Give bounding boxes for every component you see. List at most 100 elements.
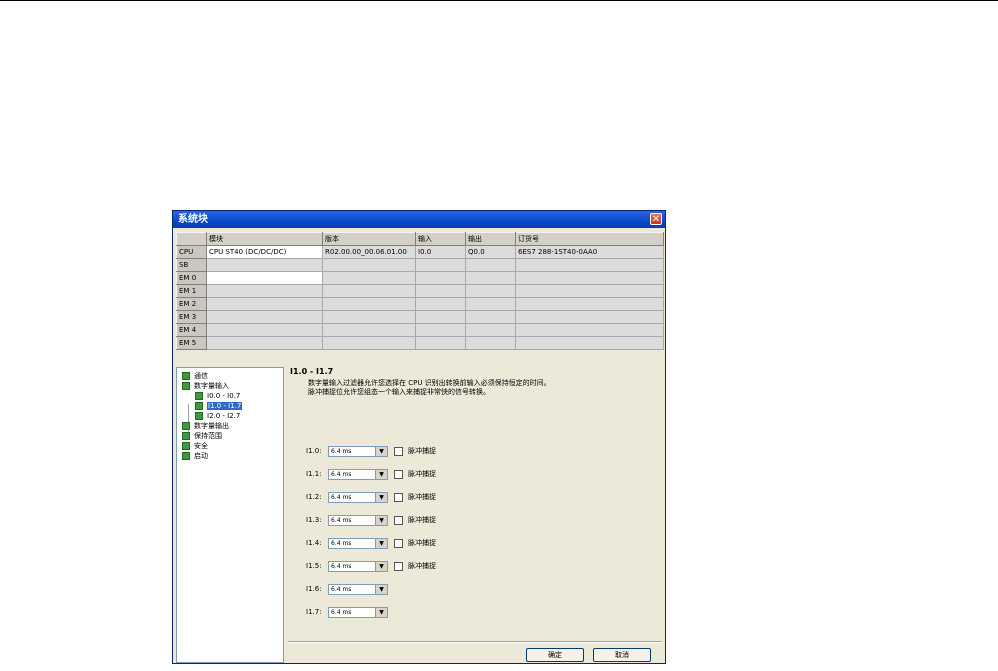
close-icon[interactable]: ✕ — [650, 213, 662, 225]
table-row[interactable]: SB — [176, 258, 664, 272]
module-cell[interactable] — [206, 336, 323, 350]
table-row[interactable]: EM 0 — [176, 271, 664, 285]
ok-button[interactable]: 确定 — [526, 648, 584, 662]
input-label: I1.3: — [306, 516, 322, 524]
row-slot: EM 2 — [176, 297, 207, 311]
output-cell — [465, 258, 516, 272]
col-header-slot — [176, 232, 207, 246]
tree-item-startup[interactable]: 启动 — [177, 451, 283, 461]
tree-item-digital-output[interactable]: 数字量输出 — [177, 421, 283, 431]
expand-icon — [182, 452, 190, 460]
tree-item-label: 数字量输入 — [194, 382, 229, 390]
select-value: 6.4 ms — [331, 562, 352, 570]
filter-time-select[interactable]: 6.4 ms ▼ — [328, 537, 388, 549]
output-cell: Q0.0 — [465, 245, 516, 259]
expand-icon — [182, 372, 190, 380]
filter-time-select[interactable]: 6.4 ms ▼ — [328, 560, 388, 572]
filter-time-select[interactable]: 6.4 ms ▼ — [328, 445, 388, 457]
tree-item-security[interactable]: 安全 — [177, 441, 283, 451]
filter-time-select[interactable]: 6.4 ms ▼ — [328, 468, 388, 480]
system-block-dialog: 系统块 ✕ 模块 版本 输入 输出 订货号 CPU CPU ST40 (DC/D… — [172, 210, 666, 664]
pulse-catch-checkbox[interactable] — [394, 515, 403, 525]
output-cell — [465, 271, 516, 285]
cancel-button[interactable]: 取消 — [593, 648, 651, 662]
expand-icon — [182, 382, 190, 390]
version-cell: R02.00.00_00.06.01.00 — [322, 245, 416, 259]
module-cell[interactable] — [206, 271, 323, 285]
chevron-down-icon[interactable]: ▼ — [375, 492, 387, 502]
input-row: I1.5: 6.4 ms ▼ 脉冲捕捉 — [306, 560, 436, 572]
filter-time-select[interactable]: 6.4 ms ▼ — [328, 583, 388, 595]
expand-icon — [182, 442, 190, 450]
module-cell[interactable] — [206, 310, 323, 324]
chevron-down-icon[interactable]: ▼ — [375, 561, 387, 571]
version-cell — [322, 271, 416, 285]
pulse-catch-checkbox[interactable] — [394, 446, 403, 456]
filter-time-select[interactable]: 6.4 ms ▼ — [328, 514, 388, 526]
tree-item-label: 保持范围 — [194, 432, 222, 440]
pulse-catch-label: 脉冲捕捉 — [408, 562, 436, 570]
module-cell[interactable] — [206, 323, 323, 337]
output-cell — [465, 323, 516, 337]
pulse-catch-checkbox[interactable] — [394, 561, 403, 571]
tree-item-i0[interactable]: I0.0 - I0.7 — [177, 391, 283, 401]
table-row[interactable]: EM 4 — [176, 323, 664, 337]
chevron-down-icon[interactable]: ▼ — [375, 469, 387, 479]
module-cell[interactable]: CPU ST40 (DC/DC/DC) — [206, 245, 323, 259]
table-row[interactable]: CPU CPU ST40 (DC/DC/DC) R02.00.00_00.06.… — [176, 245, 664, 259]
input-row: I1.6: 6.4 ms ▼ — [306, 583, 388, 595]
description-line-2: 脉冲捕捉位允许您组态一个输入来捕捉非常快的信号转换。 — [308, 388, 490, 396]
tree-item-retentive[interactable]: 保持范围 — [177, 431, 283, 441]
pulse-catch-checkbox[interactable] — [394, 492, 403, 502]
table-row[interactable]: EM 1 — [176, 284, 664, 298]
page-top-rule — [0, 0, 998, 1]
input-label: I1.6: — [306, 585, 322, 593]
row-slot: CPU — [176, 245, 207, 259]
table-row[interactable]: EM 5 — [176, 336, 664, 350]
version-cell — [322, 284, 416, 298]
filter-time-select[interactable]: 6.4 ms ▼ — [328, 606, 388, 618]
pulse-catch-checkbox[interactable] — [394, 469, 403, 479]
select-value: 6.4 ms — [331, 516, 352, 524]
chevron-down-icon[interactable]: ▼ — [375, 607, 387, 617]
col-header-input: 输入 — [415, 232, 466, 246]
tree-item-i1[interactable]: I1.0 - I1.7 — [177, 401, 283, 411]
pulse-catch-checkbox[interactable] — [394, 538, 403, 548]
order-cell — [515, 271, 664, 285]
module-cell[interactable] — [206, 297, 323, 311]
select-value: 6.4 ms — [331, 470, 352, 478]
input-cell — [415, 323, 466, 337]
row-slot: EM 5 — [176, 336, 207, 350]
config-tree: 通信 数字量输入 I0.0 - I0.7 I1.0 - I1.7 I2.0 - … — [176, 367, 284, 663]
expand-icon — [182, 432, 190, 440]
tree-item-communication[interactable]: 通信 — [177, 371, 283, 381]
version-cell — [322, 323, 416, 337]
chevron-down-icon[interactable]: ▼ — [375, 538, 387, 548]
input-cell — [415, 310, 466, 324]
module-cell[interactable] — [206, 258, 323, 272]
chevron-down-icon[interactable]: ▼ — [375, 446, 387, 456]
filter-time-select[interactable]: 6.4 ms ▼ — [328, 491, 388, 503]
tree-item-i2[interactable]: I2.0 - I2.7 — [177, 411, 283, 421]
title-bar: 系统块 ✕ — [173, 211, 665, 228]
chevron-down-icon[interactable]: ▼ — [375, 515, 387, 525]
node-icon — [195, 412, 203, 420]
module-cell[interactable] — [206, 284, 323, 298]
pulse-catch-label: 脉冲捕捉 — [408, 470, 436, 478]
table-row[interactable]: EM 3 — [176, 310, 664, 324]
chevron-down-icon[interactable]: ▼ — [375, 584, 387, 594]
row-slot: EM 0 — [176, 271, 207, 285]
order-cell — [515, 284, 664, 298]
pulse-catch-label: 脉冲捕捉 — [408, 493, 436, 501]
tree-item-digital-input[interactable]: 数字量输入 — [177, 381, 283, 391]
row-slot: EM 4 — [176, 323, 207, 337]
window-title: 系统块 — [178, 214, 208, 225]
description-line-1: 数字量输入过滤器允许您选择在 CPU 识别出转换前输入必须保持恒定的时间。 — [308, 379, 551, 387]
module-table: 模块 版本 输入 输出 订货号 CPU CPU ST40 (DC/DC/DC) … — [176, 232, 664, 350]
tree-item-label: 启动 — [194, 452, 208, 460]
col-header-order: 订货号 — [515, 232, 664, 246]
table-row[interactable]: EM 2 — [176, 297, 664, 311]
input-cell — [415, 271, 466, 285]
expand-icon — [182, 422, 190, 430]
order-cell: 6ES7 288-1ST40-0AA0 — [515, 245, 664, 259]
